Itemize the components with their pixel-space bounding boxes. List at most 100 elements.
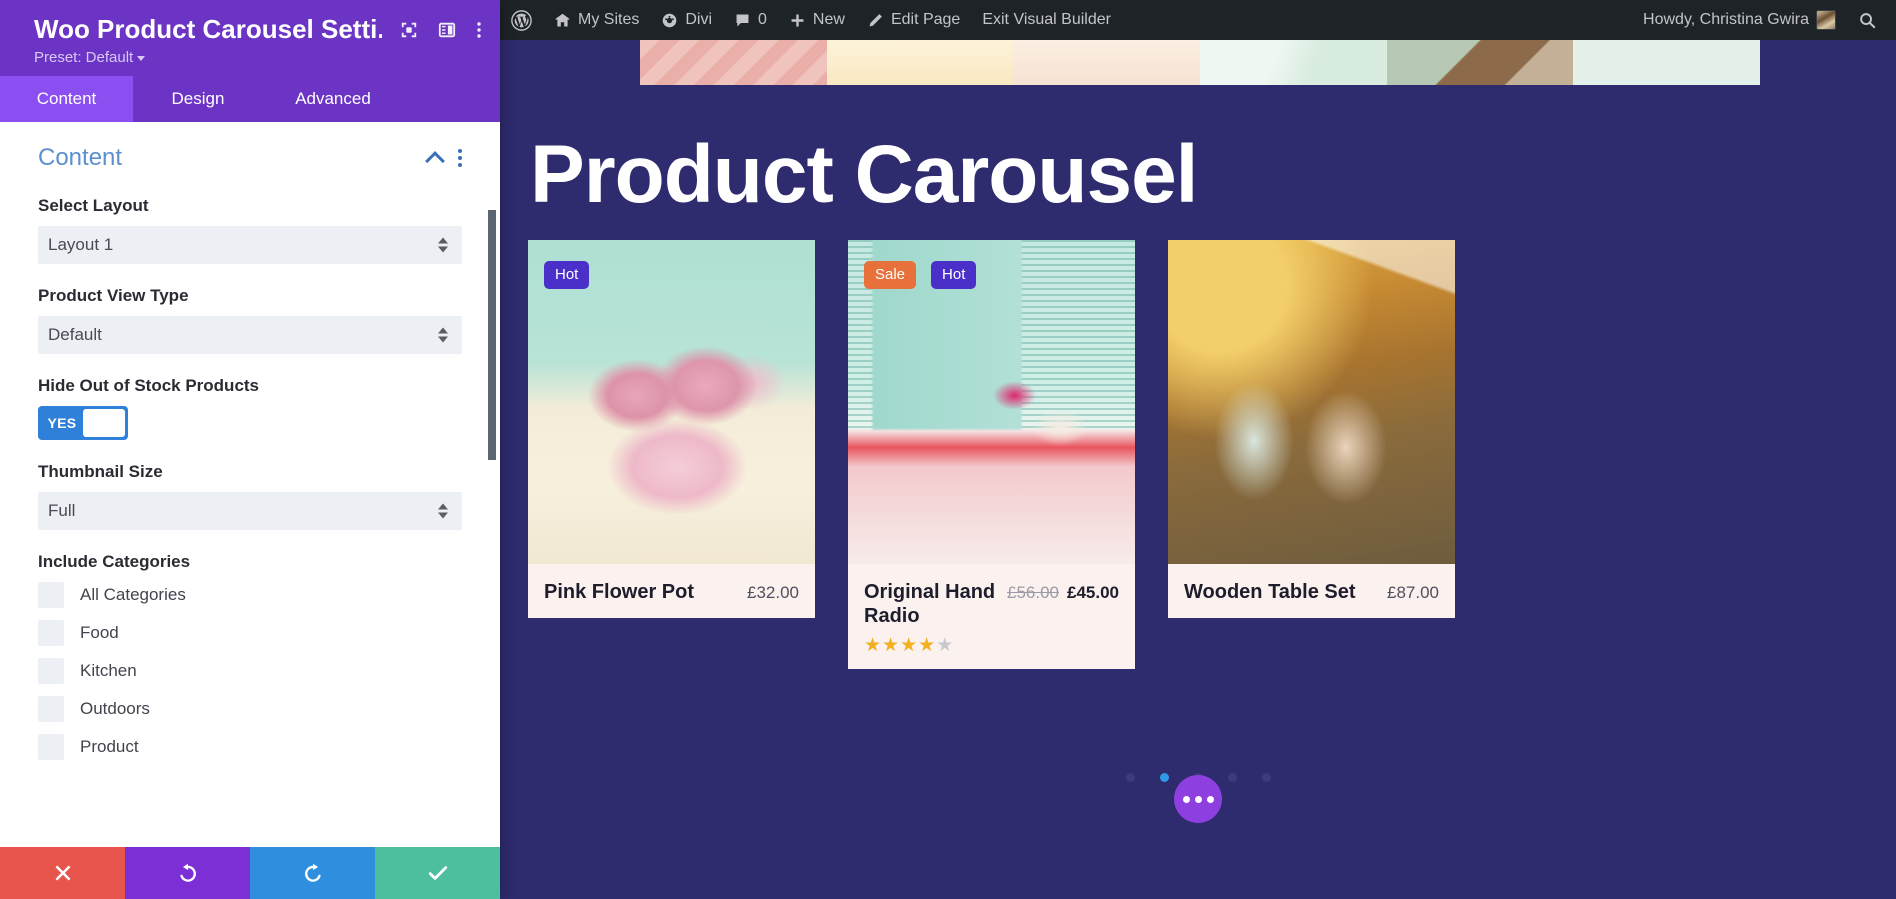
carousel-dot-active[interactable] (1159, 773, 1169, 782)
wordpress-logo-icon (511, 9, 532, 31)
hot-badge: Hot (544, 261, 590, 290)
thumbnail-size-label: Thumbnail Size (38, 462, 163, 481)
comment-count: 0 (758, 11, 767, 28)
carousel-dot[interactable] (1125, 773, 1135, 782)
category-label: All Categories (80, 585, 186, 604)
panel-body: Content Select Layout Layout 1 Product V… (0, 122, 500, 847)
product-card[interactable]: Wooden Table Set £87.00 (1168, 240, 1455, 669)
strip-image-1 (640, 40, 827, 85)
product-price: £32.00 (747, 583, 799, 602)
new-menu[interactable]: New (778, 0, 856, 40)
strip-image-6 (1573, 40, 1761, 85)
panel-tabs: Content Design Advanced (0, 76, 500, 122)
edit-page-button[interactable]: Edit Page (856, 0, 971, 40)
tab-content[interactable]: Content (0, 76, 133, 122)
toggle-value: YES (47, 415, 77, 431)
checkmark-icon (428, 866, 447, 880)
undo-button[interactable] (125, 847, 250, 899)
sort-arrows-icon (438, 327, 448, 343)
redo-button[interactable] (250, 847, 375, 899)
edit-page-label: Edit Page (890, 11, 961, 28)
vertical-dots-icon[interactable] (476, 20, 482, 40)
product-image[interactable]: Hot (528, 240, 815, 564)
focus-target-icon[interactable] (400, 21, 418, 39)
product-view-type-value: Default (48, 325, 102, 344)
plus-icon (789, 12, 806, 29)
product-price: £87.00 (1387, 583, 1439, 602)
product-info: Wooden Table Set £87.00 (1168, 564, 1455, 618)
previous-row-images (640, 40, 1761, 85)
panel-scrollbar[interactable] (488, 210, 496, 460)
product-info: Pink Flower Pot £32.00 (528, 564, 815, 618)
page-canvas: Product Carousel Hot Pink Flower Pot £32… (500, 40, 1896, 899)
category-option-kitchen[interactable]: Kitchen (38, 658, 462, 684)
hide-out-of-stock-toggle[interactable]: YES (38, 406, 128, 440)
checkbox[interactable] (38, 696, 64, 722)
include-categories-label: Include Categories (38, 552, 191, 571)
chevron-up-icon[interactable] (425, 150, 445, 171)
preset-selector[interactable]: Preset: Default (34, 49, 482, 66)
visual-builder-screen: Product Carousel Hot Pink Flower Pot £32… (0, 0, 1896, 899)
checkbox[interactable] (38, 658, 64, 684)
select-layout-dropdown[interactable]: Layout 1 (38, 226, 462, 264)
carousel-dot[interactable] (1227, 773, 1237, 782)
sites-icon (554, 12, 571, 29)
sale-badge: Sale (864, 261, 917, 290)
panel-footer (0, 847, 500, 899)
undo-arrow-icon (179, 863, 196, 882)
category-option-all-categories[interactable]: All Categories (38, 582, 462, 608)
product-image[interactable] (1168, 240, 1455, 564)
panel-scroll-content: Content Select Layout Layout 1 Product V… (0, 122, 500, 792)
exit-visual-builder-button[interactable]: Exit Visual Builder (971, 0, 1122, 40)
divi-menu[interactable]: Divi (650, 0, 723, 40)
field-product-view-type: Product View Type Default (38, 286, 462, 354)
sort-arrows-icon (438, 237, 448, 253)
hot-badge: Hot (931, 261, 977, 290)
search-button[interactable] (1847, 0, 1888, 40)
page-title: Product Carousel (530, 129, 1198, 220)
product-sale-price: £45.00 (1067, 583, 1119, 602)
checkbox[interactable] (38, 734, 64, 760)
wordpress-logo-icon[interactable] (500, 0, 543, 40)
product-image[interactable]: Sale Hot (848, 240, 1135, 564)
carousel-dot[interactable] (1261, 773, 1271, 782)
category-label: Kitchen (80, 661, 137, 680)
content-section-header: Content (38, 144, 462, 172)
product-old-price: £56.00 (1007, 583, 1059, 602)
category-option-outdoors[interactable]: Outdoors (38, 696, 462, 722)
panel-layout-icon[interactable] (438, 21, 456, 39)
sort-arrows-icon (438, 503, 448, 519)
product-card[interactable]: Hot Pink Flower Pot £32.00 (528, 240, 815, 669)
comment-icon (734, 12, 751, 29)
checkbox[interactable] (38, 582, 64, 608)
three-dots-icon[interactable] (1174, 775, 1222, 823)
category-option-product[interactable]: Product (38, 734, 462, 760)
comments-menu[interactable]: 0 (723, 0, 778, 40)
preset-label: Preset: Default (34, 49, 134, 66)
close-x-icon (55, 865, 70, 881)
product-info: Original Hand Radio £56.00 £45.00 ★★★★★ (848, 564, 1135, 669)
checkbox[interactable] (38, 620, 64, 646)
pencil-icon (867, 12, 884, 29)
field-thumbnail-size: Thumbnail Size Full (38, 462, 462, 530)
category-option-food[interactable]: Food (38, 620, 462, 646)
avatar (1816, 10, 1836, 30)
thumbnail-size-dropdown[interactable]: Full (38, 492, 462, 530)
star-filled-icon: ★ (882, 635, 901, 656)
star-filled-icon: ★ (900, 635, 919, 656)
save-button[interactable] (375, 847, 500, 899)
tab-design[interactable]: Design (133, 76, 263, 122)
product-card[interactable]: Sale Hot Original Hand Radio £56.00 £45.… (848, 240, 1135, 669)
cancel-button[interactable] (0, 847, 125, 899)
thumbnail-size-value: Full (48, 501, 76, 520)
product-view-type-dropdown[interactable]: Default (38, 316, 462, 354)
account-menu[interactable]: Howdy, Christina Gwira (1632, 0, 1847, 40)
my-sites-menu[interactable]: My Sites (543, 0, 650, 40)
strip-image-4 (1200, 40, 1387, 85)
product-rating: ★★★★★ (864, 636, 1119, 655)
panel-title: Woo Product Carousel Setti... (34, 14, 382, 44)
toggle-knob (83, 409, 125, 437)
tab-advanced[interactable]: Advanced (263, 76, 403, 122)
vertical-dots-icon[interactable] (458, 149, 462, 167)
product-carousel: Hot Pink Flower Pot £32.00 Sale Hot Orig… (528, 240, 1868, 669)
